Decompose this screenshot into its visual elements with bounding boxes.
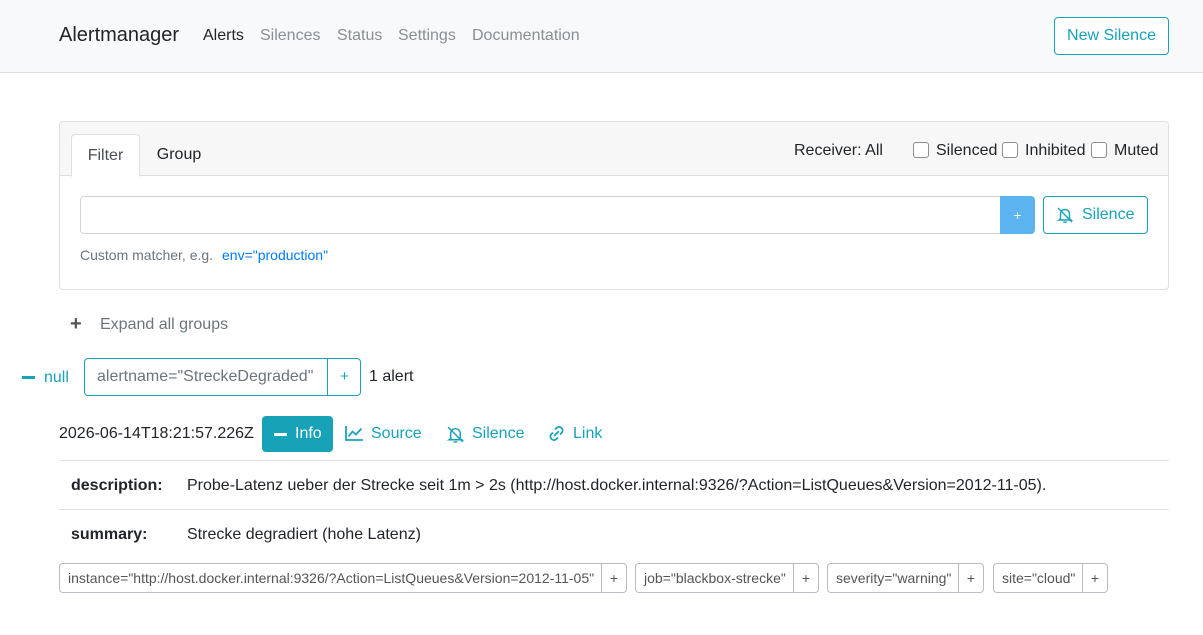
group-label-chip: alertname="StreckeDegraded" +	[84, 358, 361, 396]
muted-checkbox[interactable]	[1091, 142, 1107, 158]
annotation-key: summary:	[71, 526, 148, 543]
filter-card: Filter Group Receiver: All Silenced Inhi…	[59, 121, 1169, 290]
bell-slash-icon	[446, 426, 465, 443]
label-add-button[interactable]: +	[1082, 564, 1107, 592]
alert-count: 1 alert	[369, 368, 414, 385]
alert-timestamp: 2026-06-14T18:21:57.226Z	[59, 425, 254, 442]
minus-icon	[22, 376, 35, 379]
brand-title[interactable]: Alertmanager	[59, 24, 179, 47]
nav-silences[interactable]: Silences	[260, 27, 320, 45]
source-link[interactable]: Source	[345, 416, 425, 452]
new-silence-button[interactable]: New Silence	[1054, 17, 1169, 55]
tab-group[interactable]: Group	[146, 134, 212, 177]
label-chip-site: site="cloud" +	[993, 563, 1108, 593]
label-chip-severity: severity="warning" +	[827, 563, 984, 593]
tab-filter[interactable]: Filter	[71, 134, 140, 177]
filter-card-header: Filter Group Receiver: All Silenced Inhi…	[60, 122, 1168, 177]
chart-line-icon	[345, 426, 363, 441]
annotation-row: summary: Strecke degradiert (hohe Latenz…	[59, 509, 1169, 558]
link-label: Link	[573, 425, 603, 442]
inhibited-checkbox[interactable]	[1002, 142, 1018, 158]
nav-documentation[interactable]: Documentation	[472, 27, 580, 45]
annotation-value: Probe-Latenz ueber der Strecke seit 1m >…	[187, 477, 1047, 494]
nav-alerts[interactable]: Alerts	[203, 27, 244, 45]
navbar: Alertmanager Alerts Silences Status Sett…	[0, 0, 1203, 73]
label-text[interactable]: severity="warning"	[836, 564, 951, 592]
annotation-row: description: Probe-Latenz ueber der Stre…	[59, 460, 1169, 509]
label-text[interactable]: instance="http://host.docker.internal:93…	[68, 564, 594, 592]
collapse-group-button[interactable]: null	[22, 367, 72, 387]
group-label-text[interactable]: alertname="StreckeDegraded"	[97, 359, 313, 395]
matcher-example-link[interactable]: env="production"	[222, 247, 328, 263]
bell-slash-icon	[1056, 207, 1074, 223]
annotation-value: Strecke degradiert (hohe Latenz)	[187, 526, 421, 543]
silenced-label: Silenced	[936, 142, 998, 159]
label-text[interactable]: job="blackbox-strecke"	[644, 564, 786, 592]
label-add-button[interactable]: +	[793, 564, 818, 592]
group-receiver: null	[44, 369, 69, 386]
silence-filter-button[interactable]: Silence	[1043, 196, 1148, 234]
label-add-button[interactable]: +	[958, 564, 983, 592]
group-label-add-button[interactable]: +	[327, 359, 361, 395]
alert-link[interactable]: Link	[548, 416, 604, 452]
silenced-checkbox[interactable]	[913, 142, 929, 158]
info-label: Info	[295, 425, 322, 442]
filter-input[interactable]	[80, 196, 1001, 234]
label-add-button[interactable]: +	[601, 564, 626, 592]
annotation-key: description:	[71, 477, 163, 494]
silence-alert-label: Silence	[472, 425, 525, 442]
source-label: Source	[371, 425, 422, 442]
info-toggle-button[interactable]: Info	[262, 416, 333, 452]
nav-settings[interactable]: Settings	[398, 27, 456, 45]
nav-status[interactable]: Status	[337, 27, 382, 45]
minus-icon	[274, 433, 287, 436]
plus-icon: +	[70, 313, 82, 335]
label-text[interactable]: site="cloud"	[1002, 564, 1075, 592]
inhibited-label: Inhibited	[1025, 142, 1086, 159]
silence-filter-label: Silence	[1082, 206, 1135, 223]
label-chip-instance: instance="http://host.docker.internal:93…	[59, 563, 627, 593]
expand-all-label: Expand all groups	[100, 316, 229, 333]
add-filter-button[interactable]: +	[1000, 196, 1035, 234]
link-icon	[549, 425, 564, 442]
matcher-hint: Custom matcher, e.g.	[80, 247, 214, 263]
receiver-dropdown[interactable]: Receiver: All	[794, 142, 883, 160]
muted-label: Muted	[1114, 142, 1159, 159]
label-chip-job: job="blackbox-strecke" +	[635, 563, 819, 593]
silence-alert-link[interactable]: Silence	[446, 416, 528, 452]
